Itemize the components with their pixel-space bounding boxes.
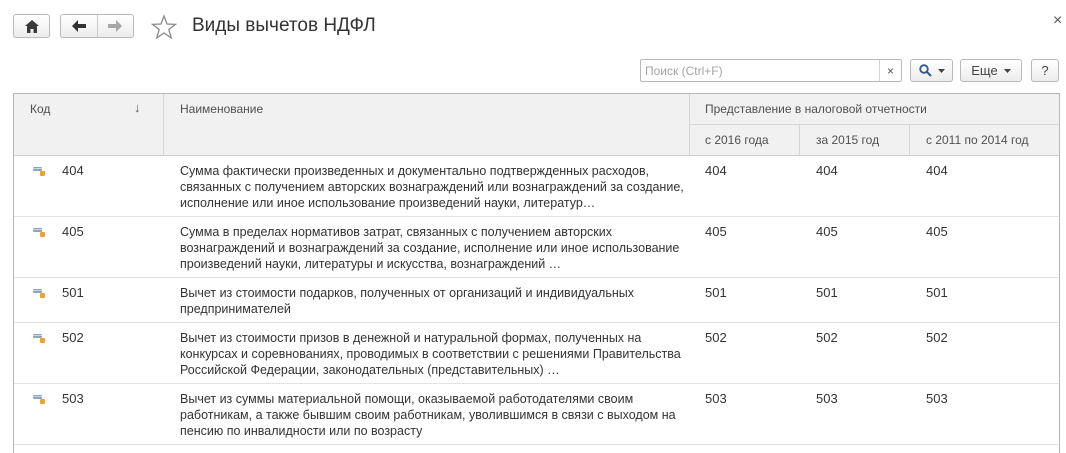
search-button[interactable]: [910, 59, 953, 82]
more-button-label: Еще: [971, 63, 998, 78]
row-value-2016: 502: [705, 330, 727, 345]
row-value-2016: 501: [705, 285, 727, 300]
row-name: Вычет из суммы материальной помощи, оказ…: [180, 392, 676, 438]
row-value-2011-2014: 405: [926, 224, 948, 239]
row-value-2015: 405: [816, 224, 838, 239]
row-name: Вычет из стоимости призов в денежной и н…: [180, 331, 681, 377]
row-code: 405: [62, 224, 84, 239]
column-header-2016[interactable]: с 2016 года: [705, 133, 769, 147]
catalog-item-icon: [33, 167, 45, 176]
search-field[interactable]: ×: [640, 59, 902, 82]
star-icon[interactable]: [151, 14, 177, 40]
chevron-down-icon: [1003, 68, 1011, 73]
row-value-2016: 405: [705, 224, 727, 239]
catalog-item-icon: [33, 334, 45, 343]
row-value-2011-2014: 503: [926, 391, 948, 406]
catalog-item-icon: [33, 228, 45, 237]
header-divider: [799, 124, 800, 156]
row-value-2015: 503: [816, 391, 838, 406]
row-value-2015: 404: [816, 163, 838, 178]
row-name: Сумма в пределах нормативов затрат, связ…: [180, 225, 680, 271]
table-body: 404 Сумма фактически произведенных и док…: [14, 156, 1059, 445]
row-value-2016: 404: [705, 163, 727, 178]
navigation-buttons: [60, 14, 134, 38]
more-button[interactable]: Еще: [960, 59, 1022, 82]
header-divider: [909, 124, 910, 156]
chevron-down-icon: [937, 68, 945, 73]
row-value-2011-2014: 502: [926, 330, 948, 345]
column-header-code[interactable]: Код: [30, 102, 50, 116]
table-row[interactable]: 502 Вычет из стоимости призов в денежной…: [14, 323, 1059, 384]
row-code: 501: [62, 285, 84, 300]
forward-button[interactable]: [96, 15, 134, 37]
close-icon[interactable]: ×: [1053, 12, 1062, 30]
back-button[interactable]: [61, 15, 97, 37]
arrow-left-icon: [71, 20, 86, 32]
table-row[interactable]: 404 Сумма фактически произведенных и док…: [14, 156, 1059, 217]
home-button[interactable]: [13, 14, 50, 38]
arrow-right-icon: [108, 20, 123, 32]
column-group-header-reporting: Представление в налоговой отчетности: [705, 102, 927, 116]
row-name: Сумма фактически произведенных и докумен…: [180, 164, 684, 210]
search-icon: [918, 64, 932, 77]
table-header: Код ↓ Наименование Представление в налог…: [14, 94, 1059, 156]
title-bar: Виды вычетов НДФЛ ×: [0, 0, 1066, 52]
row-code: 503: [62, 391, 84, 406]
row-value-2016: 503: [705, 391, 727, 406]
column-header-name[interactable]: Наименование: [180, 102, 263, 116]
catalog-item-icon: [33, 289, 45, 298]
row-code: 502: [62, 330, 84, 345]
header-divider: [689, 94, 690, 156]
table-row[interactable]: 501 Вычет из стоимости подарков, получен…: [14, 278, 1059, 323]
search-input[interactable]: [641, 60, 873, 81]
row-value-2015: 502: [816, 330, 838, 345]
help-button[interactable]: ?: [1031, 59, 1059, 82]
column-header-2015[interactable]: за 2015 год: [816, 133, 879, 147]
column-header-2011-2014[interactable]: с 2011 по 2014 год: [926, 133, 1029, 147]
clear-search-button[interactable]: ×: [879, 60, 901, 81]
row-code: 404: [62, 163, 84, 178]
row-value-2011-2014: 404: [926, 163, 948, 178]
header-divider: [163, 94, 164, 156]
sort-arrow-icon: ↓: [134, 100, 141, 115]
page-title: Виды вычетов НДФЛ: [192, 15, 376, 36]
catalog-item-icon: [33, 395, 45, 404]
header-divider: [689, 124, 1059, 125]
table-row[interactable]: 405 Сумма в пределах нормативов затрат, …: [14, 217, 1059, 278]
row-value-2015: 501: [816, 285, 838, 300]
home-icon: [24, 19, 39, 33]
row-name: Вычет из стоимости подарков, полученных …: [180, 286, 634, 316]
row-value-2011-2014: 501: [926, 285, 948, 300]
deductions-table: Код ↓ Наименование Представление в налог…: [13, 93, 1060, 453]
table-row[interactable]: 503 Вычет из суммы материальной помощи, …: [14, 384, 1059, 445]
